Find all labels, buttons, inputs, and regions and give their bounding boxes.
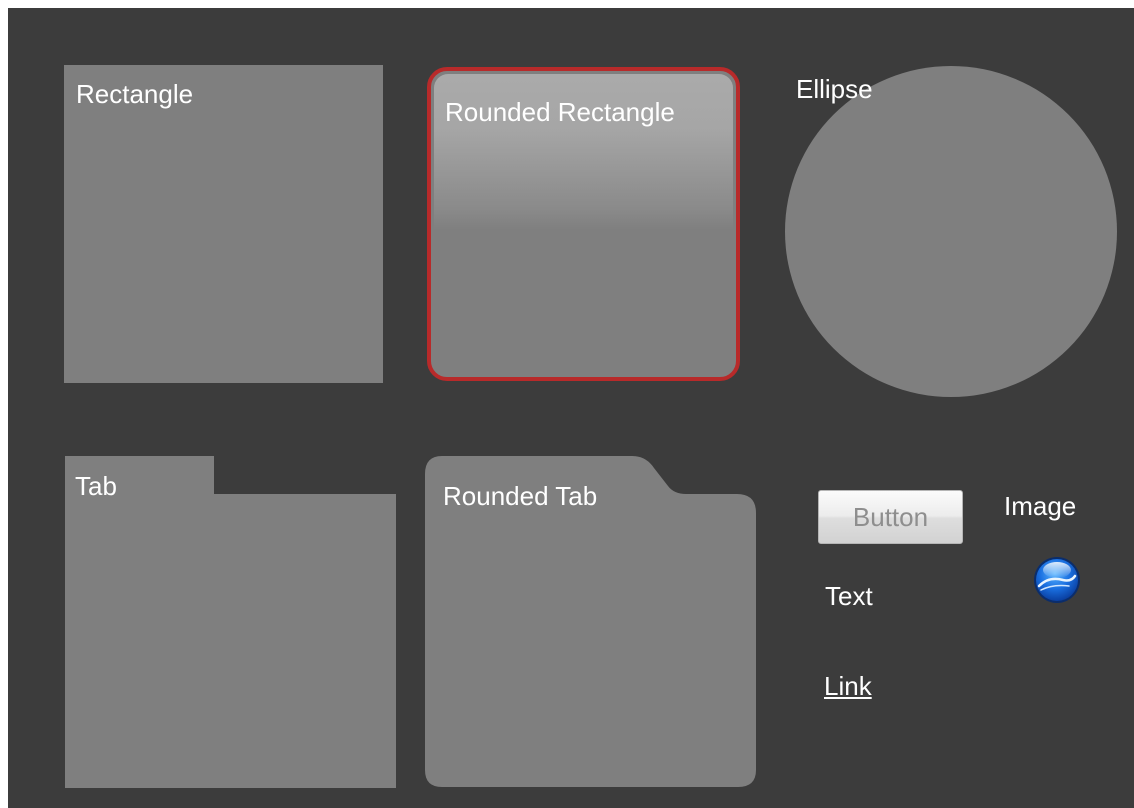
link-control[interactable]: Link: [824, 671, 872, 701]
rounded-tab-label: Rounded Tab: [443, 481, 598, 511]
rectangle-shape[interactable]: [64, 65, 383, 383]
ellipse-label: Ellipse: [796, 74, 873, 104]
tab-shape[interactable]: [65, 456, 396, 788]
tab-label: Tab: [75, 471, 117, 501]
tab-shape-fill: [65, 456, 396, 788]
globe-orb-icon[interactable]: [1029, 556, 1085, 604]
image-label: Image: [1004, 491, 1077, 521]
text-control[interactable]: Text: [825, 581, 873, 611]
button-control[interactable]: Button: [818, 490, 963, 544]
ellipse-shape[interactable]: [785, 66, 1117, 397]
rectangle-label: Rectangle: [76, 79, 194, 109]
rounded-rectangle-label: Rounded Rectangle: [445, 97, 675, 127]
